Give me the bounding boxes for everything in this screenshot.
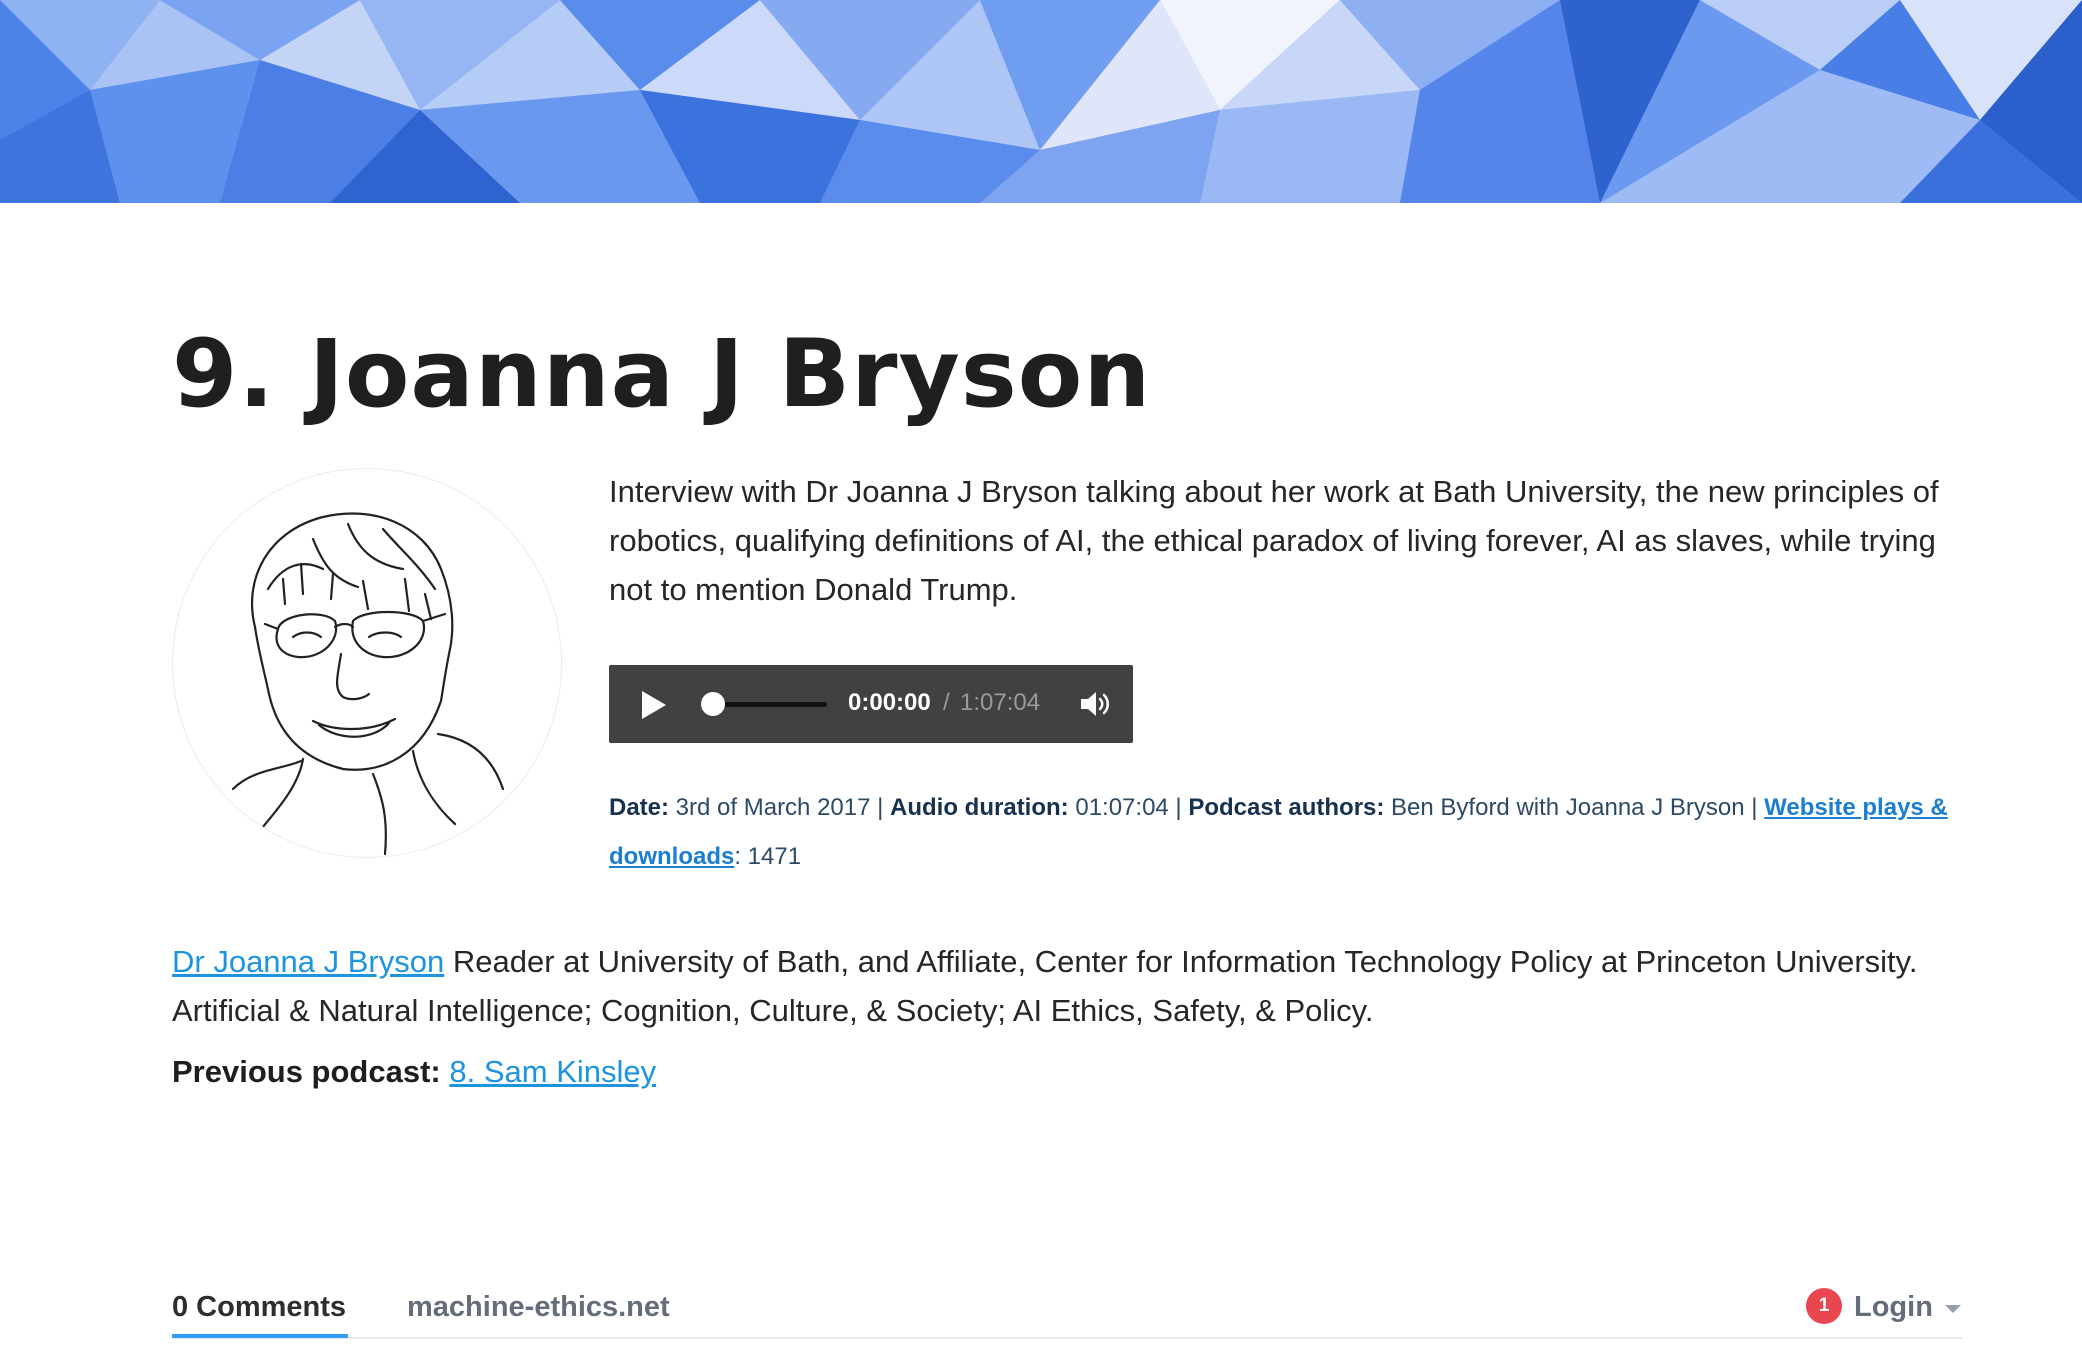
active-tab-indicator [172,1334,348,1338]
volume-icon[interactable] [1079,689,1113,719]
authors-label: Podcast authors: [1188,794,1385,821]
episode-summary: Interview with Dr Joanna J Bryson talkin… [609,474,1939,607]
authors-value: Ben Byford with Joanna J Bryson | [1384,794,1765,821]
tab-divider [172,1337,1962,1339]
plays-count: : 1471 [734,843,802,870]
previous-podcast: Previous podcast: 8. Sam Kinsley [172,1047,656,1096]
tab-comments[interactable]: 0 Comments [172,1291,346,1324]
comments-header: 0 Comments machine-ethics.net 1 Login [172,1279,1962,1343]
login-button[interactable]: Login [1854,1291,1933,1324]
notification-badge[interactable]: 1 [1806,1288,1842,1324]
total-time: 1:07:04 [960,689,1041,716]
header-banner [0,0,2082,203]
page-title: 9. Joanna J Bryson [172,320,1152,429]
time-separator: / [943,689,950,716]
date-value: 3rd of March 2017 | [669,794,891,821]
previous-podcast-link[interactable]: 8. Sam Kinsley [449,1054,656,1089]
play-icon[interactable] [642,691,666,719]
date-label: Date: [609,794,670,821]
duration-value: 01:07:04 | [1068,794,1189,821]
current-time: 0:00:00 [848,689,931,716]
previous-podcast-label: Previous podcast: [172,1054,441,1089]
audio-player: 0:00:00 / 1:07:04 [609,665,1133,743]
guest-profile-link[interactable]: Dr Joanna J Bryson [172,944,444,979]
chevron-down-icon[interactable] [1945,1305,1961,1313]
guest-portrait [172,468,562,858]
episode-metadata: Date: 3rd of March 2017 | Audio duration… [609,783,1964,881]
duration-label: Audio duration: [890,794,1069,821]
seek-handle[interactable] [701,692,725,716]
guest-bio: Dr Joanna J Bryson Reader at University … [172,937,1962,1035]
polygon-pattern-image [0,0,2082,203]
portrait-sketch-image [231,512,505,856]
tab-community[interactable]: machine-ethics.net [407,1291,670,1324]
